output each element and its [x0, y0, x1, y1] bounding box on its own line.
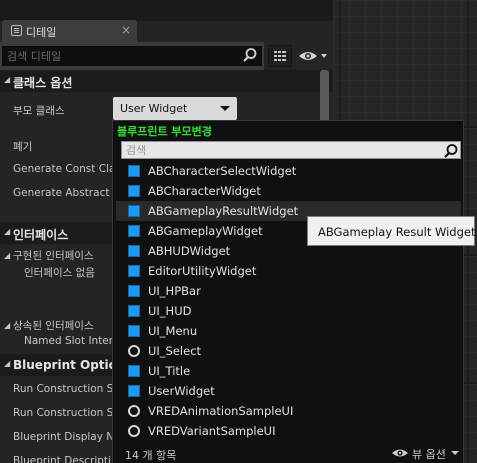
- parent-class-value: User Widget: [120, 102, 188, 115]
- blueprint-class-icon: [128, 225, 140, 237]
- class-item-label: VREDAnimationSampleUI: [148, 404, 294, 418]
- property-label: Blueprint Display N: [13, 431, 115, 443]
- class-list-item[interactable]: UI_Title: [116, 361, 461, 381]
- blueprint-class-icon: [128, 245, 140, 257]
- eye-icon: [392, 449, 408, 457]
- class-item-label: ABGameplayWidget: [148, 224, 263, 238]
- blueprint-class-icon: [128, 265, 140, 277]
- picker-footer: 14 개 항목 뷰 옵션: [113, 441, 463, 463]
- section-title: 클래스 옵션: [13, 76, 73, 90]
- details-icon: [11, 25, 22, 36]
- property-label: Generate Abstract: [13, 187, 110, 199]
- view-options-button[interactable]: 뷰 옵션: [391, 445, 461, 461]
- blueprint-class-icon: [128, 205, 140, 217]
- search-input[interactable]: [2, 46, 262, 66]
- blueprint-class-icon: [128, 385, 140, 397]
- class-item-label: EditorUtilityWidget: [148, 264, 257, 278]
- class-list-item[interactable]: UI_HPBar: [116, 281, 461, 301]
- search-bar: [0, 42, 264, 70]
- class-item-label: UI_Title: [148, 364, 191, 378]
- property-row: Run Construction S: [0, 402, 114, 424]
- class-item-label: ABCharacterSelectWidget: [148, 164, 297, 178]
- item-count: 14 개 항목: [125, 449, 177, 462]
- tab-details[interactable]: 디테일 ×: [2, 20, 137, 42]
- property-row: Run Construction S: [0, 378, 114, 400]
- property-row: 폐기: [0, 134, 112, 156]
- class-item-label: ABCharacterWidget: [148, 184, 261, 198]
- section-class-options[interactable]: ◢ 클래스 옵션: [0, 70, 333, 92]
- property-row: Blueprint Descripti: [0, 450, 112, 463]
- tooltip: ABGameplay Result Widget: [307, 216, 475, 246]
- class-item-label: ABGameplayResultWidget: [148, 204, 299, 218]
- blueprint-class-icon: [128, 305, 140, 317]
- collapse-arrow-icon[interactable]: ◢: [4, 321, 10, 330]
- property-row: Blueprint Display N: [0, 426, 115, 448]
- property-matrix-button[interactable]: [268, 45, 292, 67]
- property-label: Blueprint Descripti: [13, 455, 111, 463]
- class-item-label: UI_Select: [148, 344, 202, 358]
- collapse-arrow-icon: ◢: [4, 227, 11, 236]
- class-list-item[interactable]: UI_Select: [116, 341, 461, 361]
- search-icon: [444, 144, 458, 158]
- parent-class-dropdown[interactable]: User Widget: [113, 97, 237, 120]
- widget-class-icon: [128, 425, 140, 437]
- property-label: Generate Const Cla: [13, 163, 116, 175]
- widget-class-icon: [128, 345, 140, 357]
- tab-strip: [0, 0, 333, 21]
- grid-icon: [274, 51, 286, 61]
- parent-class-label: 부모 클래스: [13, 105, 65, 117]
- class-list-item[interactable]: VREDVariantSampleUI: [116, 421, 461, 441]
- class-list-item[interactable]: ABCharacterSelectWidget: [116, 161, 461, 181]
- close-icon[interactable]: ×: [121, 23, 131, 37]
- class-item-label: UI_Menu: [148, 324, 198, 338]
- class-list-item[interactable]: UI_HUD: [116, 301, 461, 321]
- class-item-label: UI_HUD: [148, 304, 192, 318]
- chevron-down-icon: [451, 451, 459, 455]
- collapse-arrow-icon: ◢: [4, 75, 11, 84]
- picker-title: 블루프린트 부모변경: [117, 125, 212, 138]
- blueprint-class-icon: [128, 365, 140, 377]
- parent-class-row: 부모 클래스: [0, 98, 112, 120]
- class-list-item[interactable]: ABCharacterWidget: [116, 181, 461, 201]
- search-icon: [243, 48, 257, 62]
- section-title: 인터페이스: [13, 228, 69, 242]
- scrollbar[interactable]: [320, 70, 329, 124]
- picker-search: [121, 141, 461, 159]
- inherited-interfaces-label: 상속된 인터페이스: [13, 320, 94, 332]
- eye-icon[interactable]: [297, 48, 329, 64]
- implemented-interfaces-label: 구현된 인터페이스: [13, 250, 94, 262]
- class-item-label: VREDVariantSampleUI: [148, 424, 276, 438]
- named-slot-interface-label: Named Slot Interf: [24, 335, 117, 347]
- tooltip-text: ABGameplay Result Widget: [318, 225, 476, 239]
- tab-label: 디테일: [26, 26, 57, 39]
- no-interfaces-label: 인터페이스 없음: [24, 267, 95, 279]
- class-item-label: UI_HPBar: [148, 284, 201, 298]
- blueprint-class-icon: [128, 285, 140, 297]
- class-list-item[interactable]: VREDAnimationSampleUI: [116, 401, 461, 421]
- picker-search-input[interactable]: [121, 141, 461, 159]
- property-row: Generate Const Cla: [0, 158, 116, 180]
- collapse-arrow-icon[interactable]: ◢: [4, 251, 10, 260]
- class-item-label: ABHUDWidget: [148, 244, 231, 258]
- class-list-item[interactable]: UserWidget: [116, 381, 461, 401]
- blueprint-class-icon: [128, 165, 140, 177]
- class-list-item[interactable]: UI_Menu: [116, 321, 461, 341]
- blueprint-class-icon: [128, 325, 140, 337]
- property-row: Generate Abstract: [0, 182, 112, 204]
- widget-class-icon: [128, 405, 140, 417]
- property-label: 폐기: [13, 141, 33, 153]
- class-list-item[interactable]: EditorUtilityWidget: [116, 261, 461, 281]
- blueprint-class-icon: [128, 185, 140, 197]
- view-options-label: 뷰 옵션: [412, 448, 446, 461]
- class-item-label: UserWidget: [148, 384, 215, 398]
- class-picker-popup: 블루프린트 부모변경 ABCharacterSelectWidget ABChar…: [112, 120, 464, 463]
- chevron-down-icon: [220, 106, 230, 111]
- property-label: Run Construction S: [13, 407, 114, 419]
- property-label: Run Construction S: [13, 383, 114, 395]
- collapse-arrow-icon: ◢: [4, 359, 11, 368]
